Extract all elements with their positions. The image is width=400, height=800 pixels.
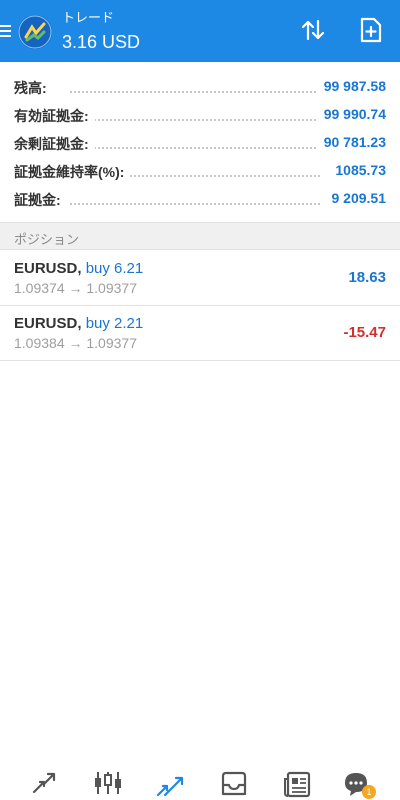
dotted-leader <box>70 91 320 93</box>
free-margin-value: 90 781.23 <box>317 134 386 150</box>
news-icon <box>283 770 313 800</box>
position-symbol: EURUSD, <box>14 315 82 332</box>
metatrader-logo-icon[interactable] <box>18 15 52 49</box>
margin-level-value: 1085.73 <box>329 162 386 178</box>
nav-chart[interactable] <box>88 770 128 800</box>
dotted-leader <box>70 203 320 205</box>
account-profit-title: 3.16 USD <box>62 32 141 52</box>
equity-label: 有効証拠金: <box>14 106 95 126</box>
position-symbol: EURUSD, <box>14 260 82 277</box>
summary-row-free-margin: 余剰証拠金: 90 781.23 <box>0 128 400 156</box>
position-profit: 18.63 <box>348 269 386 286</box>
nav-trade[interactable] <box>150 770 190 800</box>
chart-candles-icon <box>93 770 123 800</box>
margin-label: 証拠金: <box>14 190 67 210</box>
position-prices: 1.09374 → 1.09377 <box>14 280 137 296</box>
nav-news[interactable] <box>278 770 318 800</box>
new-order-button[interactable] <box>354 15 388 49</box>
margin-level-label: 証拠金維持率(%): <box>14 162 131 182</box>
chat-badge: 1 <box>362 785 376 799</box>
bottom-navigation <box>0 760 400 800</box>
history-inbox-icon <box>219 770 249 800</box>
position-type-volume: buy 6.21 <box>85 260 144 277</box>
screen-subtitle: トレード <box>62 10 115 25</box>
nav-history[interactable] <box>214 770 254 800</box>
position-type-volume: buy 2.21 <box>85 315 144 332</box>
balance-value: 99 987.58 <box>317 78 386 94</box>
summary-row-margin-level: 証拠金維持率(%): 1085.73 <box>0 156 400 184</box>
free-margin-label: 余剰証拠金: <box>14 134 95 154</box>
positions-section-title: ポジション <box>14 232 80 247</box>
margin-value: 9 209.51 <box>325 190 386 206</box>
quotes-icon <box>30 770 58 800</box>
new-order-file-plus-icon <box>360 17 382 48</box>
position-row[interactable]: EURUSD, buy 2.21 1.09384 → 1.09377 -15.4… <box>0 306 400 361</box>
summary-row-margin: 証拠金: 9 209.51 <box>0 184 400 212</box>
position-summary: EURUSD, buy 2.21 <box>14 315 143 333</box>
position-row[interactable]: EURUSD, buy 6.21 1.09374 → 1.09377 18.63 <box>0 251 400 306</box>
summary-row-balance: 残高: 99 987.58 <box>0 72 400 100</box>
position-prices: 1.09384 → 1.09377 <box>14 335 137 351</box>
balance-label: 残高: <box>14 78 53 98</box>
trade-icon <box>155 770 185 800</box>
sort-button[interactable] <box>296 17 330 47</box>
position-profit: -15.47 <box>343 324 386 341</box>
equity-value: 99 990.74 <box>317 106 386 122</box>
sort-arrows-icon <box>301 19 325 46</box>
dotted-leader <box>70 119 320 121</box>
positions-list: EURUSD, buy 6.21 1.09374 → 1.09377 18.63… <box>0 251 400 361</box>
positions-section-header: ポジション <box>0 222 400 250</box>
app-bar: トレード 3.16 USD <box>0 0 400 62</box>
hamburger-menu-icon[interactable] <box>0 22 12 40</box>
nav-quotes[interactable] <box>24 770 64 800</box>
summary-row-equity: 有効証拠金: 99 990.74 <box>0 100 400 128</box>
position-summary: EURUSD, buy 6.21 <box>14 260 143 278</box>
account-summary: 残高: 99 987.58 有効証拠金: 99 990.74 余剰証拠金: 90… <box>0 72 400 212</box>
dotted-leader <box>70 147 320 149</box>
